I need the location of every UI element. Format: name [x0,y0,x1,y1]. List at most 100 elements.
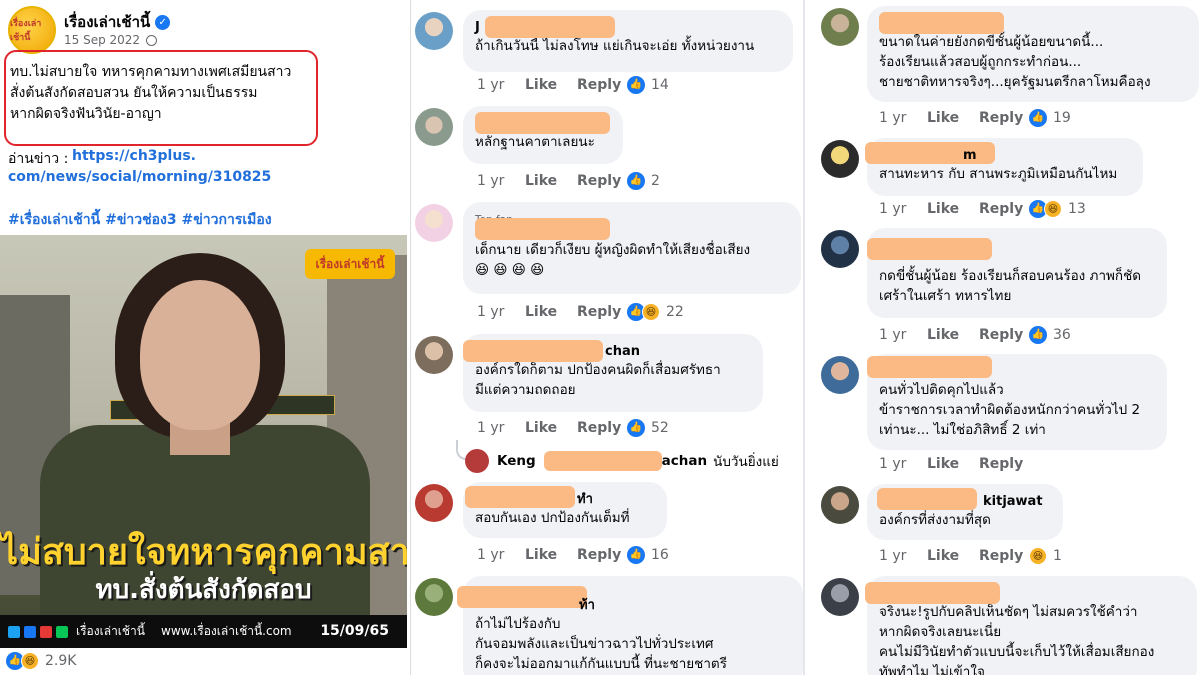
sub-reply-avatar[interactable] [465,449,489,473]
commenter-name[interactable] [867,238,1155,266]
comments-panel-right: ขนาดในค่ายยังกดขี่ชั้นผู้น้อยขนาดนี้... … [803,0,1200,675]
page-avatar[interactable]: เรื่องเล่าเช้านี้ [8,6,56,54]
comment-actions: 1 yr Like Reply 👍 14 [477,76,669,94]
comment-text: เท่านะ... ไม่ใช่อภิสิทธิ์ 2 เท่า [879,422,1046,438]
comment-text: ร้องเรียนแล้วสอบผู้ถูกกระทำก่อน... [879,54,1082,70]
sub-reply-name-tail[interactable]: achan [662,453,707,469]
reply-button[interactable]: Reply [979,327,1029,343]
commenter-avatar[interactable] [821,140,859,178]
commenter-name[interactable] [475,112,611,134]
comment-text: กดขี่ชั้นผู้น้อย ร้องเรียนก็สอบคนร้อง ภา… [879,268,1142,284]
comment-time[interactable]: 1 yr [477,420,525,436]
reply-button[interactable]: Reply [577,420,627,436]
commenter-avatar[interactable] [821,356,859,394]
comment-bubble: จริงนะ!รูปกับคลิปเห็นชัดๆ ไม่สมควรใช้คำว… [865,576,1197,675]
commenter-name[interactable] [879,12,1187,34]
like-reaction-icon: 👍 [627,546,645,564]
reaction-count: 2.9K [45,653,77,669]
comment-time[interactable]: 1 yr [477,173,525,189]
commenter-name[interactable] [865,582,1185,604]
haha-reaction-icon: 😆 [21,652,39,670]
comment-time[interactable]: 1 yr [879,201,927,217]
like-button[interactable]: Like [927,327,979,343]
commenter-name[interactable]: kitjawat [877,488,1051,510]
like-reaction-icon: 👍 [627,419,645,437]
commenter-name[interactable]: chan [463,340,751,362]
commenter-avatar[interactable] [821,486,859,524]
comment-actions: 1 yr Like Reply 👍 52 [477,419,669,437]
comment-bubble: ขนาดในค่ายยังกดขี่ชั้นผู้น้อยขนาดนี้... … [867,6,1199,102]
sub-reply[interactable]: Keng achan นับวันยิ่งแย่ [465,449,779,473]
post-reactions[interactable]: 👍 😆 2.9K [6,652,76,670]
commenter-avatar[interactable] [415,484,453,522]
comment-bubble: Top fan เด็กนาย เดียวก็เงียบ ผู้หญิงผิดท… [463,202,801,294]
reply-button[interactable]: Reply [577,77,627,93]
reaction-count: 36 [1053,327,1071,343]
commenter-avatar[interactable] [415,336,453,374]
reply-button[interactable]: Reply [979,456,1029,472]
commenter-avatar[interactable] [415,204,453,242]
sub-reply-name[interactable]: Keng [497,453,536,469]
like-button[interactable]: Like [525,173,577,189]
reaction-count: 19 [1053,110,1071,126]
comment-bubble: หลักฐานคาตาเลยนะ [463,106,623,164]
like-button[interactable]: Like [525,547,577,563]
like-button[interactable]: Like [525,420,577,436]
comment-time[interactable]: 1 yr [477,77,525,93]
commenter-name[interactable] [867,356,1155,380]
reply-button[interactable]: Reply [577,173,627,189]
headline-line: สั่งต้นสังกัดสอบสวน ยันให้ความเป็นธรรม [10,85,258,101]
haha-reaction-icon: 😆 [1044,200,1062,218]
like-button[interactable]: Like [927,456,979,472]
reaction-count: 52 [651,420,669,436]
hashtags[interactable]: #เรื่องเล่าเช้านี้ #ข่าวช่อง3 #ข่าวการเม… [8,209,272,231]
commenter-name[interactable]: J [475,16,781,38]
comment-bubble: kitjawat องค์กรที่ส่งงามที่สุด [867,484,1063,540]
news-link-part1[interactable]: https://ch3plus. [72,148,196,164]
reaction-count: 14 [651,77,669,93]
commenter-name[interactable]: ทำ [465,486,655,508]
reply-button[interactable]: Reply [979,548,1029,564]
like-button[interactable]: Like [525,304,577,320]
comment-text: กันจอมพลังและเป็นข่าวฉาวไปทั่วประเทศ [475,636,714,652]
comment-text: สอบกันเอง ปกป้องกันเต็มที่ [475,510,630,526]
verified-badge-icon: ✓ [155,15,171,30]
page-name-row[interactable]: เรื่องเล่าเช้านี้ ✓ [64,10,171,34]
comment-actions: 1 yr Like Reply [879,456,1029,472]
image-date: 15/09/65 [320,623,389,639]
comment-time[interactable]: 1 yr [477,304,525,320]
comment-time[interactable]: 1 yr [477,547,525,563]
post-headline: ทบ.ไม่สบายใจ ทหารคุกคามทางเพศเสมียนสาว ส… [10,62,315,125]
like-button[interactable]: Like [927,201,979,217]
name-redaction [463,340,603,362]
commenter-avatar[interactable] [821,578,859,616]
like-button[interactable]: Like [927,110,979,126]
news-link-part2[interactable]: com/news/social/morning/310825 [8,169,271,185]
commenter-avatar[interactable] [415,108,453,146]
comment-time[interactable]: 1 yr [879,548,927,564]
page-name[interactable]: เรื่องเล่าเช้านี้ [64,13,150,31]
comment-time[interactable]: 1 yr [879,110,927,126]
reply-button[interactable]: Reply [979,201,1029,217]
commenter-avatar[interactable] [821,8,859,46]
like-button[interactable]: Like [525,77,577,93]
comment-actions: 1 yr Like Reply 👍 😆 22 [477,303,684,321]
line-icon [56,625,68,638]
comment-text: ก็คงจะไม่ออกมาแก้กันแบบนี้ ที่นะชายชาตรี [475,656,727,672]
commenter-avatar[interactable] [415,578,453,616]
commenter-name[interactable] [475,218,789,240]
commenter-avatar[interactable] [821,230,859,268]
comment-time[interactable]: 1 yr [879,456,927,472]
like-button[interactable]: Like [927,548,979,564]
comment-time[interactable]: 1 yr [879,327,927,343]
reply-button[interactable]: Reply [979,110,1029,126]
reply-button[interactable]: Reply [577,547,627,563]
comment-actions: 1 yr Like Reply 👍 36 [879,326,1071,344]
comment-bubble: J ถ้าเกินวันนี้ ไม่ลงโทษ แย่เกินจะเอ่ย ท… [463,10,793,72]
commenter-name[interactable]: ท้า [457,586,791,614]
post-image[interactable]: เรื่องเล่าเช้านี้ ไม่สบายใจทหารคุกคามสาว… [0,235,407,648]
commenter-name[interactable]: m [865,142,1131,164]
reply-button[interactable]: Reply [577,304,627,320]
commenter-avatar[interactable] [415,12,453,50]
post-date[interactable]: 15 Sep 2022 [64,33,140,47]
